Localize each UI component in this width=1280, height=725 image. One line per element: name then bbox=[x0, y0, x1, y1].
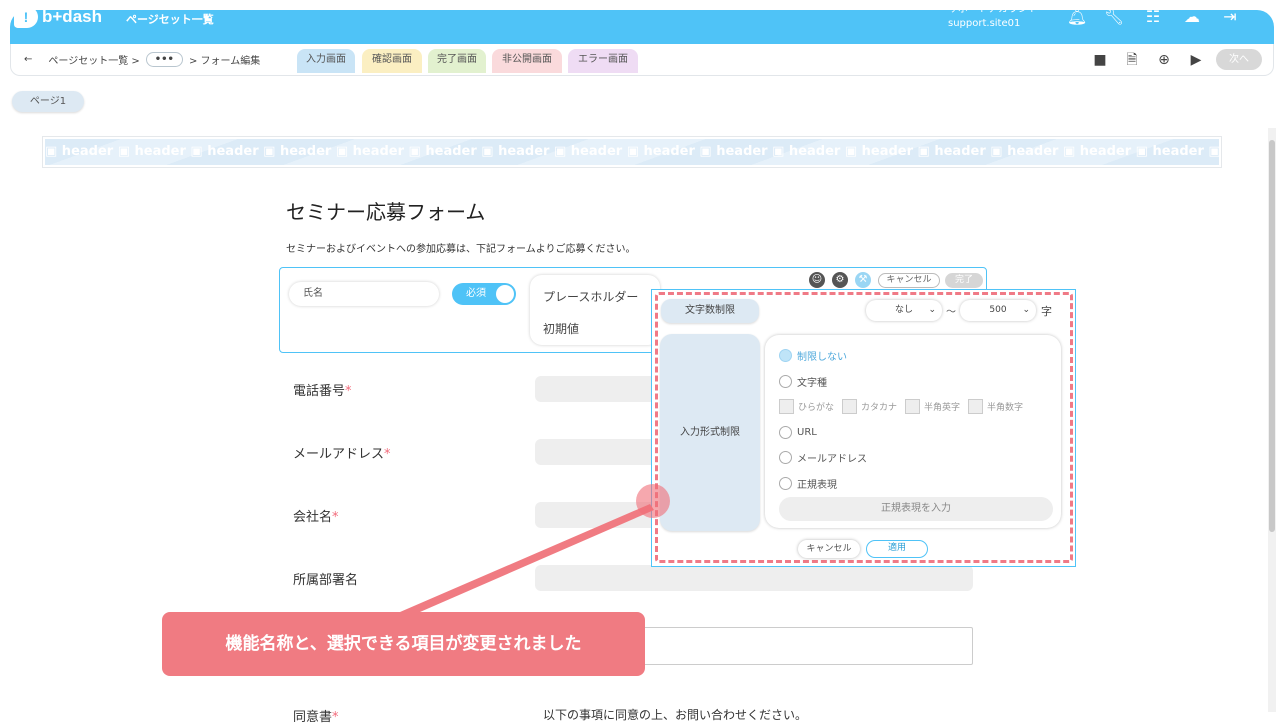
tab-error[interactable]: エラー画面 bbox=[568, 49, 638, 73]
form-description: セミナーおよびイベントへの参加応募は、下記フォームよりご応募ください。 bbox=[286, 244, 636, 255]
logo-bubble-icon: ! bbox=[14, 6, 38, 28]
radio-no-restriction[interactable]: 制限しない bbox=[779, 348, 847, 363]
settings-icon[interactable]: ⚙ bbox=[832, 272, 848, 288]
required-toggle-label: 必須 bbox=[466, 288, 486, 299]
wrench-icon[interactable]: 🔧︎ bbox=[1103, 6, 1125, 28]
wrench-icon[interactable]: ⚒ bbox=[855, 272, 871, 288]
user-icon[interactable]: ☺ bbox=[809, 272, 825, 288]
tab-private[interactable]: 非公開画面 bbox=[492, 49, 562, 73]
name-label-field[interactable]: 氏名 bbox=[289, 282, 439, 306]
radio-icon bbox=[779, 374, 792, 388]
popup-apply-button[interactable]: 適用 bbox=[866, 540, 928, 558]
field-label-consent: 同意書* bbox=[293, 710, 339, 725]
tab-input[interactable]: 入力画面 bbox=[297, 49, 355, 73]
max-char-value: 500 bbox=[989, 305, 1007, 315]
header-placeholder-label: ▣ header ▣ header ▣ header ▣ header ▣ he… bbox=[45, 144, 1219, 159]
edit-cancel-button[interactable]: キャンセル bbox=[878, 273, 940, 288]
back-arrow-icon[interactable]: ← bbox=[24, 54, 32, 65]
logo[interactable]: ! b+dash bbox=[14, 5, 102, 29]
account-site: support.site01 bbox=[948, 18, 1021, 29]
range-tilde: ～ bbox=[946, 307, 956, 318]
checkbox-katakana[interactable] bbox=[842, 398, 858, 414]
popup-cancel-button[interactable]: キャンセル bbox=[798, 540, 860, 558]
scrollbar-thumb[interactable] bbox=[1269, 140, 1275, 532]
logo-text: b+dash bbox=[42, 7, 102, 26]
chevron-down-icon: ⌄ bbox=[928, 305, 936, 315]
radio-icon bbox=[779, 476, 792, 490]
app-title[interactable]: ページセット一覧 bbox=[126, 11, 214, 27]
consent-text: 以下の事項に同意の上、お問い合わせください。 bbox=[543, 708, 808, 722]
toggle-knob bbox=[496, 285, 514, 303]
play-icon[interactable]: ▶ bbox=[1186, 50, 1206, 70]
radio-email[interactable]: メールアドレス bbox=[779, 450, 867, 465]
field-label-company: 会社名* bbox=[293, 510, 339, 525]
tab-complete[interactable]: 完了画面 bbox=[428, 49, 486, 73]
char-unit: 字 bbox=[1041, 305, 1052, 318]
grid-icon[interactable]: ☷ bbox=[1142, 6, 1164, 28]
checkbox-numeric[interactable] bbox=[968, 398, 984, 414]
html-file-icon[interactable]: 🗎 bbox=[1122, 50, 1142, 70]
placeholder-label[interactable]: プレースホルダー bbox=[543, 288, 638, 305]
field-label-department: 所属部署名 bbox=[293, 573, 359, 588]
radio-selected-icon bbox=[779, 348, 792, 362]
account-name: サポートアカウント bbox=[948, 4, 1038, 15]
radio-regex[interactable]: 正規表現 bbox=[779, 476, 837, 491]
tab-confirm[interactable]: 確認画面 bbox=[362, 49, 422, 73]
header-placeholder[interactable]: ▣ header ▣ header ▣ header ▣ header ▣ he… bbox=[42, 136, 1222, 168]
initial-value-label[interactable]: 初期値 bbox=[543, 320, 579, 337]
regex-input-button[interactable]: 正規表現を入力 bbox=[779, 497, 1053, 521]
bell-icon[interactable]: 🔔︎ bbox=[1066, 6, 1088, 28]
radio-icon bbox=[779, 450, 792, 464]
radio-icon bbox=[779, 425, 792, 439]
min-char-select[interactable]: なし ⌄ bbox=[866, 300, 942, 321]
radio-url[interactable]: URL bbox=[779, 425, 817, 439]
form-title: セミナー応募フォーム bbox=[286, 200, 486, 224]
field-label-phone: 電話番号* bbox=[293, 384, 352, 399]
department-input[interactable] bbox=[535, 565, 973, 591]
radio-char-type[interactable]: 文字種 bbox=[779, 374, 827, 389]
required-toggle[interactable]: 必須 bbox=[452, 283, 516, 305]
breadcrumb: ← ページセット一覧 > ••• > フォーム編集 bbox=[24, 52, 260, 67]
field-label-email: メールアドレス* bbox=[293, 447, 391, 462]
format-restriction-label: 入力形式制限 bbox=[660, 334, 760, 531]
page-tab[interactable]: ページ1 bbox=[12, 91, 84, 112]
min-char-value: なし bbox=[894, 305, 913, 315]
cloud-icon[interactable]: ☁ bbox=[1181, 6, 1203, 28]
account-info[interactable]: サポートアカウント support.site01 bbox=[948, 3, 1038, 31]
breadcrumb-page-set-list[interactable]: ページセット一覧 > bbox=[48, 52, 139, 67]
callout-target-dot bbox=[636, 484, 670, 518]
next-button[interactable]: 次へ bbox=[1216, 49, 1262, 70]
checkbox-alpha[interactable] bbox=[905, 398, 921, 414]
add-circle-icon[interactable]: ⊕ bbox=[1154, 50, 1174, 70]
max-char-select[interactable]: 500 ⌄ bbox=[960, 300, 1036, 321]
shield-icon[interactable]: ■ bbox=[1090, 50, 1110, 70]
breadcrumb-form-edit: > フォーム編集 bbox=[188, 56, 261, 67]
callout-annotation: 機能名称と、選択できる項目が変更されました bbox=[162, 612, 645, 676]
breadcrumb-more-button[interactable]: ••• bbox=[145, 52, 183, 67]
checkbox-hiragana[interactable] bbox=[779, 398, 794, 414]
chevron-down-icon: ⌄ bbox=[1022, 305, 1030, 315]
char-limit-label: 文字数制限 bbox=[661, 299, 759, 323]
char-type-checkboxes: ひらがな カタカナ 半角英字 半角数字 bbox=[779, 398, 1027, 414]
edit-done-button[interactable]: 完了 bbox=[945, 273, 983, 288]
logout-icon[interactable]: ⇥ bbox=[1219, 6, 1241, 28]
